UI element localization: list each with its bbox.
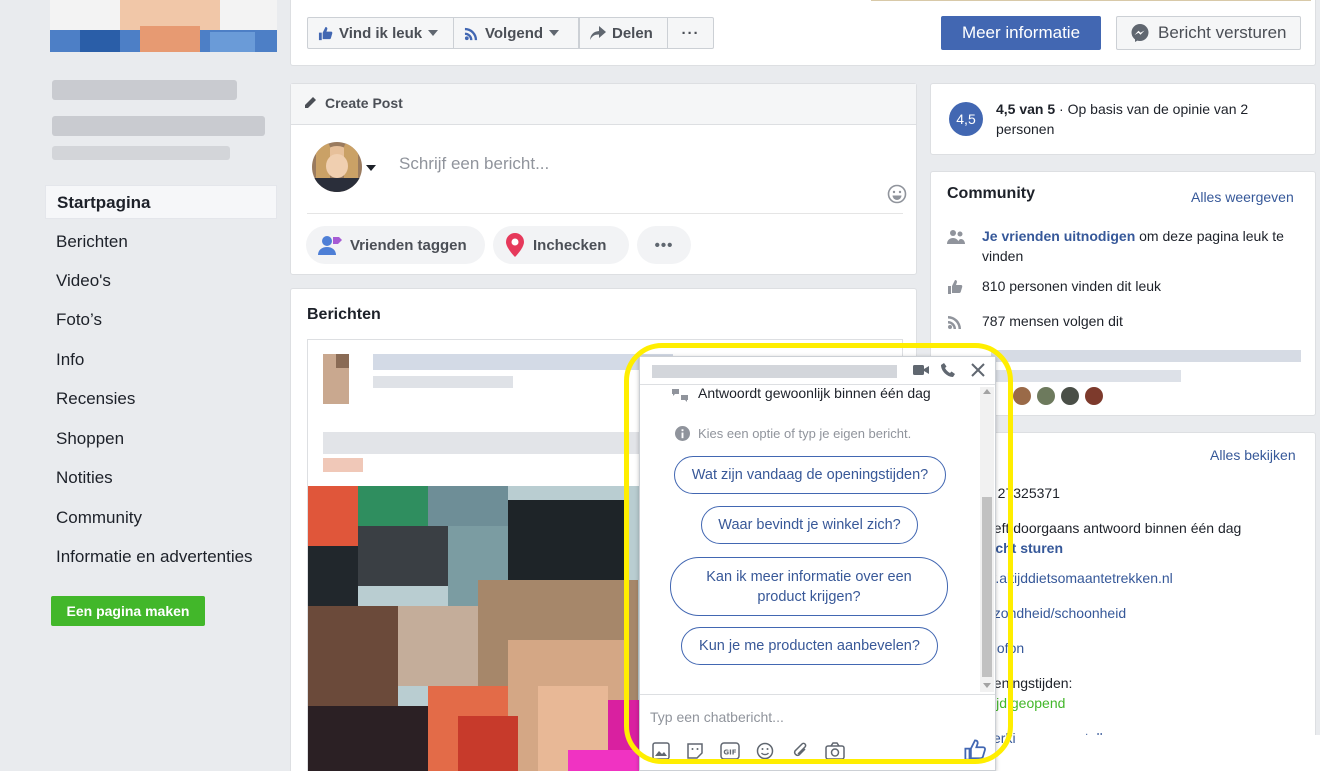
rating-score: 4,5 van 5 xyxy=(996,101,1056,117)
speech-bubble-icon xyxy=(672,389,688,402)
attachment-icon[interactable] xyxy=(791,742,809,760)
more-options-button[interactable]: ··· xyxy=(667,17,714,49)
invite-friends-link[interactable]: Je vrienden uitnodigen xyxy=(982,228,1135,244)
share-button[interactable]: Delen xyxy=(579,17,668,49)
about-category-link[interactable]: ezondheid/schoonheid xyxy=(986,605,1126,621)
about-see-all-link[interactable]: Alles bekijken xyxy=(1210,447,1296,463)
community-see-all-link[interactable]: Alles weergeven xyxy=(1191,189,1294,205)
create-page-button[interactable]: Een pagina maken xyxy=(51,596,205,626)
quick-reply-product-info[interactable]: Kan ik meer informatie over een product … xyxy=(670,557,948,616)
rating-badge: 4,5 xyxy=(949,102,983,136)
rating-card: 4,5 4,5 van 5 · Op basis van de opinie v… xyxy=(930,83,1316,155)
about-website-link[interactable]: w.altijddietsomaantetrekken.nl xyxy=(986,570,1173,586)
thumbs-up-icon xyxy=(318,26,333,40)
sidebar-item-info-ads[interactable]: Informatie en advertenties xyxy=(45,540,277,574)
about-response-time: eeft doorgaans antwoord binnen één dag xyxy=(986,520,1242,536)
sidebar-item-shop[interactable]: Shoppen xyxy=(45,422,277,456)
chat-window: Antwoordt gewoonlijk binnen één dag Kies… xyxy=(639,356,996,771)
phone-icon[interactable] xyxy=(941,363,955,377)
emoji-icon[interactable] xyxy=(887,184,907,204)
check-in-button[interactable]: Inchecken xyxy=(493,226,629,264)
video-call-icon[interactable] xyxy=(913,364,929,376)
check-in-label: Inchecken xyxy=(533,236,607,254)
avatar[interactable] xyxy=(312,142,362,192)
chat-response-time: Antwoordt gewoonlijk binnen één dag xyxy=(698,385,931,401)
send-message-button[interactable]: Bericht versturen xyxy=(1116,16,1301,50)
about-phone: 6 27325371 xyxy=(986,485,1060,501)
sticker-icon[interactable] xyxy=(686,742,704,760)
sidebar-item-reviews[interactable]: Recensies xyxy=(45,382,277,416)
location-pin-icon xyxy=(506,233,524,257)
svg-text:GIF: GIF xyxy=(723,749,736,757)
like-label: Vind ik leuk xyxy=(339,24,423,42)
info-icon xyxy=(675,426,690,441)
chat-scrollbar[interactable] xyxy=(980,387,994,692)
chat-hint: Kies een optie of typ je eigen bericht. xyxy=(698,426,912,441)
sidebar-item-notes[interactable]: Notities xyxy=(45,461,277,495)
follow-button[interactable]: Volgend xyxy=(453,17,579,49)
more-post-options-button[interactable]: ••• xyxy=(637,226,691,264)
tag-person-icon xyxy=(318,236,342,255)
pencil-icon xyxy=(305,97,316,108)
invite-friends-icon xyxy=(947,230,965,244)
sidebar-item-info[interactable]: Info xyxy=(45,343,277,377)
about-send-message-link[interactable]: richt sturen xyxy=(986,540,1063,556)
invite-text: Je vrienden uitnodigen om deze pagina le… xyxy=(982,226,1302,266)
create-post-header[interactable]: Create Post xyxy=(303,95,403,111)
about-hours-label: peningstijden: xyxy=(986,675,1073,691)
send-message-label: Bericht versturen xyxy=(1158,23,1287,42)
sidebar-item-community[interactable]: Community xyxy=(45,501,277,535)
quick-reply-opening-hours[interactable]: Wat zijn vandaag de openingstijden? xyxy=(674,456,946,494)
page-profile-photo[interactable] xyxy=(50,0,277,52)
create-post-title: Create Post xyxy=(325,95,403,111)
emoji-icon[interactable] xyxy=(756,742,774,760)
follows-count: 787 mensen volgen dit xyxy=(982,313,1123,329)
page-name-blurred xyxy=(52,78,267,164)
close-icon[interactable] xyxy=(971,363,985,377)
gif-icon[interactable]: GIF xyxy=(720,742,740,760)
friend-avatars[interactable] xyxy=(1013,387,1103,405)
sidebar-item-photos[interactable]: Foto’s xyxy=(45,303,277,337)
community-title: Community xyxy=(947,185,1035,202)
quick-reply-store-location[interactable]: Waar bevindt je winkel zich? xyxy=(701,506,918,544)
thumbs-up-send-icon[interactable] xyxy=(964,739,986,761)
rss-icon xyxy=(948,316,961,329)
chat-scrollbar-thumb[interactable] xyxy=(982,497,992,677)
sidebar-item-videos[interactable]: Video's xyxy=(45,264,277,298)
tag-friends-button[interactable]: Vrienden taggen xyxy=(306,226,485,264)
camera-icon[interactable] xyxy=(825,742,845,760)
audience-chevron-icon[interactable] xyxy=(366,165,376,171)
chevron-down-icon xyxy=(549,30,560,36)
posts-title: Berichten xyxy=(307,306,381,323)
post-input[interactable]: Schrijf een bericht... xyxy=(399,154,549,174)
tag-friends-label: Vrienden taggen xyxy=(350,236,467,254)
sidebar-item-posts[interactable]: Berichten xyxy=(45,225,277,259)
chat-input[interactable]: Typ een chatbericht... xyxy=(650,709,784,725)
messenger-icon xyxy=(1131,24,1149,42)
like-button[interactable]: Vind ik leuk xyxy=(307,17,454,49)
likes-count: 810 personen vinden dit leuk xyxy=(982,278,1162,294)
rating-text[interactable]: 4,5 van 5 · Op basis van de opinie van 2… xyxy=(996,99,1301,139)
about-hours-value: ltijd geopend xyxy=(986,695,1066,711)
follow-label: Volgend xyxy=(485,24,544,42)
chat-header[interactable] xyxy=(640,357,995,385)
share-arrow-icon xyxy=(590,26,606,40)
more-info-button[interactable]: Meer informatie xyxy=(941,16,1101,50)
rss-icon xyxy=(464,27,478,40)
thumbs-up-icon xyxy=(948,280,963,294)
quick-reply-recommendations[interactable]: Kun je me producten aanbevelen? xyxy=(681,627,938,665)
chevron-down-icon xyxy=(428,30,439,36)
share-label: Delen xyxy=(612,24,653,42)
photo-icon[interactable] xyxy=(652,742,670,760)
sidebar-item-home[interactable]: Startpagina xyxy=(45,185,277,219)
